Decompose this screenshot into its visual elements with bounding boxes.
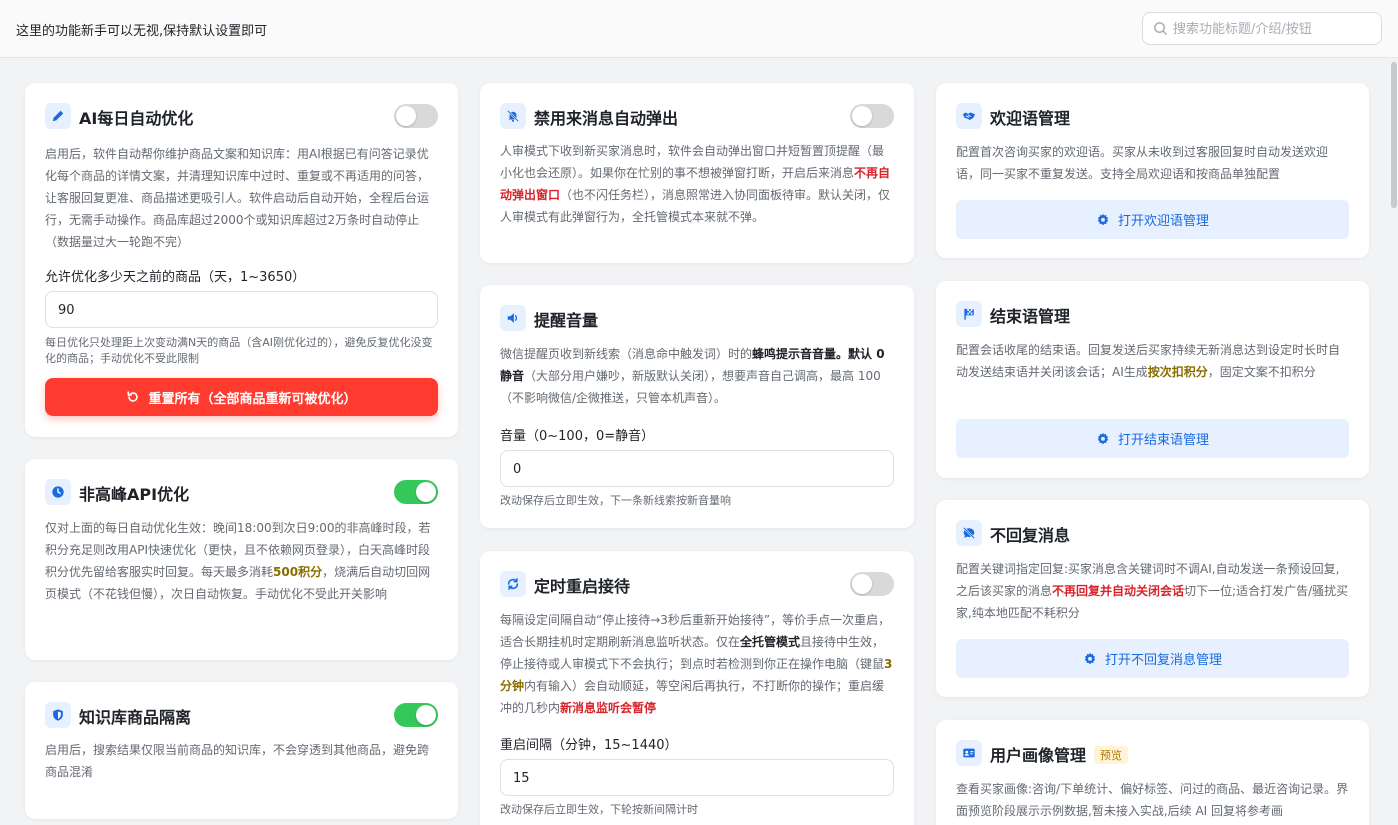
restart-toggle[interactable]	[850, 572, 894, 596]
ai-daily-toggle[interactable]	[394, 104, 438, 128]
flag-icon	[956, 301, 982, 327]
reset-all-label: 重置所有（全部商品重新可被优化）	[148, 391, 357, 407]
preview-badge: 预览	[1094, 746, 1129, 764]
card-alert-volume: 提醒音量 微信提醒页收到新线索（消息命中触发词）时的蜂鸣提示音音量。默认 0 静…	[480, 285, 914, 528]
card-description: 配置会话收尾的结束语。回复发送后买家持续无新消息达到设定时长时自动发送结束语并关…	[956, 343, 1341, 379]
card-title: 知识库商品隔离	[79, 708, 192, 727]
reset-all-button[interactable]: 重置所有（全部商品重新可被优化）	[45, 378, 438, 416]
comment-slash-icon	[956, 520, 982, 546]
card-scheduled-restart: 定时重启接待 每隔设定间隔自动“停止接待→3秒后重新开始接待”，等价手点一次重启…	[480, 551, 914, 825]
card-title: 禁用来消息自动弹出	[534, 109, 679, 128]
open-welcome-label: 打开欢迎语管理	[1117, 214, 1209, 229]
card-disable-popup: 禁用来消息自动弹出 人审模式下收到新买家消息时，软件会自动弹出窗口并短暂置顶提醒…	[480, 83, 914, 263]
shield-icon	[45, 702, 71, 728]
interval-field-hint: 改动保存后立即生效，下轮按新间隔计时	[500, 803, 698, 816]
clock-icon	[45, 479, 71, 505]
volume-input[interactable]	[513, 460, 813, 478]
card-title: 用户画像管理 预览	[990, 742, 1129, 766]
card-no-reply: 不回复消息 配置关键词指定回复:买家消息含关键词时不调AI,自动发送一条预设回复…	[936, 500, 1369, 697]
gear-icon	[1097, 213, 1109, 225]
volume-field-label: 音量（0~100，0=静音）	[500, 429, 655, 444]
interval-input[interactable]	[513, 769, 813, 787]
open-welcome-button[interactable]: 打开欢迎语管理	[956, 200, 1349, 239]
gear-icon	[1097, 432, 1109, 444]
card-kb-isolation: 知识库商品隔离 启用后，搜索结果仅限当前商品的知识库，不会穿透到其他商品，避免跨…	[25, 682, 458, 819]
search-input[interactable]	[1173, 19, 1373, 39]
card-title: 非高峰API优化	[79, 485, 190, 504]
handshake-icon	[956, 103, 982, 129]
pencil-icon	[45, 103, 71, 129]
card-ai-daily-optimize: AI每日自动优化 启用后，软件自动帮你维护商品文案和知识库：用AI根据已有问答记…	[25, 83, 458, 437]
card-description: 配置首次咨询买家的欢迎语。买家从未收到过客服回复时自动发送欢迎语，同一买家不重复…	[956, 145, 1329, 181]
open-no-reply-label: 打开不回复消息管理	[1104, 653, 1222, 668]
card-description: 人审模式下收到新买家消息时，软件会自动弹出窗口并短暂置顶提醒（最小化也会还原）。…	[500, 144, 891, 224]
days-field[interactable]	[45, 291, 438, 328]
reset-icon	[127, 391, 139, 402]
days-field-hint: 每日优化只处理距上次变动满N天的商品（含AI刚优化过的），避免反复优化没变化的商…	[45, 336, 433, 365]
open-closing-button[interactable]: 打开结束语管理	[956, 419, 1349, 458]
card-description: 配置关键词指定回复:买家消息含关键词时不调AI,自动发送一条预设回复,之后该买家…	[956, 562, 1349, 620]
card-offpeak-api: 非高峰API优化 仅对上面的每日自动优化生效：晚间18:00到次日9:00的非高…	[25, 459, 458, 660]
interval-field-label: 重启间隔（分钟，15~1440）	[500, 738, 678, 753]
refresh-icon	[500, 571, 526, 597]
card-description: 查看买家画像:咨询/下单统计、偏好标签、问过的商品、最近咨询记录。界面预览阶段展…	[956, 782, 1349, 818]
card-description: 仅对上面的每日自动优化生效：晚间18:00到次日9:00的非高峰时段，若积分充足…	[45, 521, 431, 601]
card-title: 提醒音量	[534, 311, 599, 330]
card-closing: 结束语管理 配置会话收尾的结束语。回复发送后买家持续无新消息达到设定时长时自动发…	[936, 281, 1369, 478]
bell-off-icon	[500, 103, 526, 129]
card-description: 启用后，搜索结果仅限当前商品的知识库，不会穿透到其他商品，避免跨商品混淆	[45, 743, 430, 779]
page-notice: 这里的功能新手可以无视,保持默认设置即可	[16, 24, 268, 39]
offpeak-toggle[interactable]	[394, 480, 438, 504]
card-user-profile: 用户画像管理 预览 查看买家画像:咨询/下单统计、偏好标签、问过的商品、最近咨询记…	[936, 720, 1369, 825]
interval-field[interactable]	[500, 759, 894, 796]
open-closing-label: 打开结束语管理	[1117, 433, 1209, 448]
card-title: 欢迎语管理	[990, 109, 1071, 128]
open-no-reply-button[interactable]: 打开不回复消息管理	[956, 639, 1349, 678]
search-box[interactable]	[1142, 12, 1382, 45]
card-welcome: 欢迎语管理 配置首次咨询买家的欢迎语。买家从未收到过客服回复时自动发送欢迎语，同…	[936, 83, 1369, 258]
kb-isolation-toggle[interactable]	[394, 703, 438, 727]
card-description: 启用后，软件自动帮你维护商品文案和知识库：用AI根据已有问答记录优化每个商品的详…	[45, 147, 430, 249]
card-title: 不回复消息	[990, 526, 1071, 545]
scrollbar[interactable]	[1390, 58, 1398, 825]
days-field-label: 允许优化多少天之前的商品（天，1~3650）	[45, 270, 306, 285]
card-description: 每隔设定间隔自动“停止接待→3秒后重新开始接待”，等价手点一次重启，适合长期挂机…	[500, 613, 893, 715]
days-input[interactable]	[58, 301, 358, 319]
gear-icon	[1084, 652, 1096, 664]
scrollbar-thumb[interactable]	[1391, 62, 1397, 208]
volume-field-hint: 改动保存后立即生效，下一条新线索按新音量响	[500, 494, 731, 507]
card-title: AI每日自动优化	[79, 109, 194, 128]
volume-field[interactable]	[500, 450, 894, 487]
id-card-icon	[956, 740, 982, 766]
no-popup-toggle[interactable]	[850, 104, 894, 128]
card-title: 定时重启接待	[534, 577, 631, 596]
card-description: 微信提醒页收到新线索（消息命中触发词）时的蜂鸣提示音音量。默认 0 静音（大部分…	[500, 347, 885, 405]
card-title: 结束语管理	[990, 307, 1071, 326]
search-icon	[1154, 22, 1167, 35]
top-bar: 这里的功能新手可以无视,保持默认设置即可	[0, 0, 1398, 58]
speaker-icon	[500, 305, 526, 331]
